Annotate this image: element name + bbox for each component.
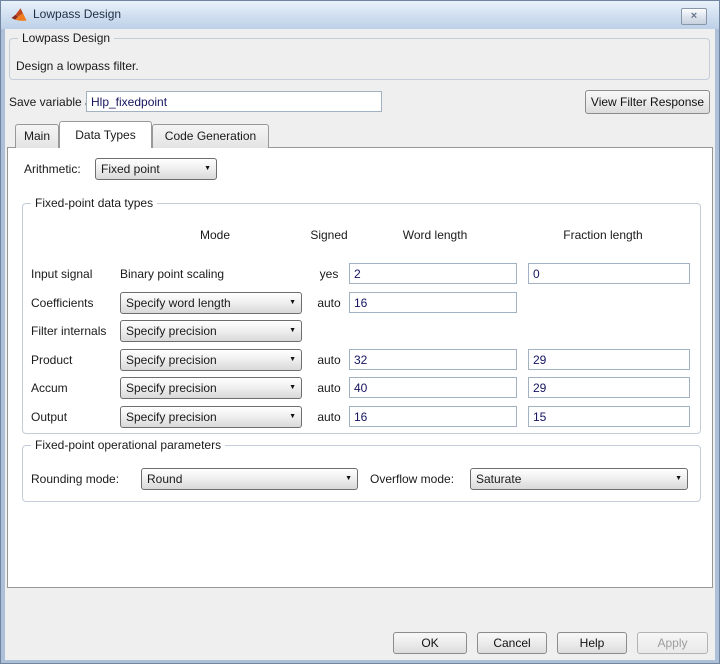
- close-button[interactable]: ×: [681, 8, 707, 25]
- arithmetic-label: Arithmetic:: [24, 162, 81, 176]
- column-header-word-length: Word length: [403, 228, 467, 242]
- product-signed-value: auto: [309, 353, 349, 367]
- arithmetic-select[interactable]: Fixed point ▼: [95, 158, 217, 180]
- column-header-signed: Signed: [310, 228, 347, 242]
- product-mode-select[interactable]: Specify precision ▼: [120, 349, 302, 371]
- filter-internals-mode-value: Specify precision: [126, 324, 217, 338]
- filter-internals-mode-select[interactable]: Specify precision ▼: [120, 320, 302, 342]
- column-header-mode: Mode: [200, 228, 230, 242]
- accum-word-length-input[interactable]: [349, 377, 517, 398]
- coefficients-word-length-input[interactable]: [349, 292, 517, 313]
- accum-mode-select[interactable]: Specify precision ▼: [120, 377, 302, 399]
- help-button[interactable]: Help: [557, 632, 627, 654]
- product-fraction-length-input[interactable]: [528, 349, 690, 370]
- fixed-point-data-types-groupbox: Fixed-point data types Mode Signed Word …: [22, 203, 701, 434]
- tab-data-types[interactable]: Data Types: [59, 121, 152, 148]
- ok-button[interactable]: OK: [393, 632, 467, 654]
- window-title: Lowpass Design: [33, 1, 121, 28]
- input-signal-mode-text: Binary point scaling: [120, 267, 224, 281]
- tab-code-generation[interactable]: Code Generation: [152, 124, 269, 148]
- view-filter-response-button[interactable]: View Filter Response: [585, 90, 710, 114]
- matlab-logo-icon: [11, 7, 27, 23]
- tab-data-types-label: Data Types: [75, 128, 135, 142]
- operational-parameters-groupbox: Fixed-point operational parameters Round…: [22, 445, 701, 502]
- chevron-down-icon: ▼: [675, 469, 682, 489]
- rounding-mode-label: Rounding mode:: [31, 472, 119, 486]
- accum-fraction-length-input[interactable]: [528, 377, 690, 398]
- coefficients-mode-select[interactable]: Specify word length ▼: [120, 292, 302, 314]
- chevron-down-icon: ▼: [289, 350, 296, 370]
- column-header-fraction-length: Fraction length: [563, 228, 642, 242]
- coefficients-mode-value: Specify word length: [126, 296, 231, 310]
- title-bar[interactable]: Lowpass Design ×: [1, 1, 719, 29]
- chevron-down-icon: ▼: [345, 469, 352, 489]
- apply-button: Apply: [637, 632, 708, 654]
- data-types-legend: Fixed-point data types: [31, 196, 157, 210]
- chevron-down-icon: ▼: [289, 321, 296, 341]
- row-label-coefficients: Coefficients: [31, 296, 93, 310]
- chevron-down-icon: ▼: [289, 378, 296, 398]
- accum-signed-value: auto: [309, 381, 349, 395]
- overflow-mode-value: Saturate: [476, 472, 521, 486]
- cancel-button[interactable]: Cancel: [477, 632, 547, 654]
- data-types-tab-panel: Arithmetic: Fixed point ▼ Fixed-point da…: [7, 147, 713, 588]
- row-label-product: Product: [31, 353, 72, 367]
- rounding-mode-value: Round: [147, 472, 182, 486]
- row-label-filter-internals: Filter internals: [31, 324, 106, 338]
- product-word-length-input[interactable]: [349, 349, 517, 370]
- arithmetic-select-value: Fixed point: [101, 162, 160, 176]
- save-variable-input[interactable]: [86, 91, 382, 112]
- output-fraction-length-input[interactable]: [528, 406, 690, 427]
- input-signal-signed-value: yes: [309, 267, 349, 281]
- dialog-client-area: Lowpass Design Design a lowpass filter. …: [5, 29, 715, 660]
- row-label-accum: Accum: [31, 381, 68, 395]
- chevron-down-icon: ▼: [289, 293, 296, 313]
- input-signal-word-length-input[interactable]: [349, 263, 517, 284]
- tab-code-generation-label: Code Generation: [165, 129, 256, 143]
- product-mode-value: Specify precision: [126, 353, 217, 367]
- overflow-mode-select[interactable]: Saturate ▼: [470, 468, 688, 490]
- output-word-length-input[interactable]: [349, 406, 517, 427]
- tab-main[interactable]: Main: [15, 124, 59, 148]
- overflow-mode-label: Overflow mode:: [370, 472, 454, 486]
- coefficients-signed-value: auto: [309, 296, 349, 310]
- header-groupbox-legend: Lowpass Design: [18, 31, 114, 45]
- chevron-down-icon: ▼: [289, 407, 296, 427]
- rounding-mode-select[interactable]: Round ▼: [141, 468, 358, 490]
- output-signed-value: auto: [309, 410, 349, 424]
- accum-mode-value: Specify precision: [126, 381, 217, 395]
- output-mode-value: Specify precision: [126, 410, 217, 424]
- lowpass-design-dialog: Lowpass Design × Lowpass Design Design a…: [0, 0, 720, 664]
- header-groupbox: Lowpass Design Design a lowpass filter.: [9, 38, 710, 80]
- output-mode-select[interactable]: Specify precision ▼: [120, 406, 302, 428]
- operational-parameters-legend: Fixed-point operational parameters: [31, 438, 225, 452]
- row-label-input-signal: Input signal: [31, 267, 92, 281]
- close-icon: ×: [691, 10, 697, 22]
- dialog-description: Design a lowpass filter.: [16, 59, 139, 73]
- input-signal-fraction-length-input[interactable]: [528, 263, 690, 284]
- row-label-output: Output: [31, 410, 67, 424]
- tab-main-label: Main: [24, 129, 50, 143]
- chevron-down-icon: ▼: [204, 159, 211, 179]
